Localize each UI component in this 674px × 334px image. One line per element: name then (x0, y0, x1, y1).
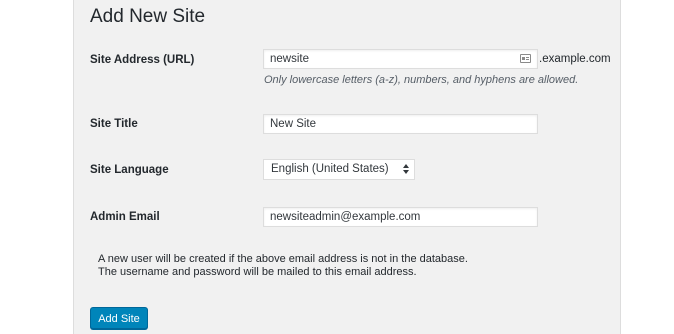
panel-border-left (73, 0, 74, 334)
add-site-button[interactable]: Add Site (90, 307, 148, 329)
site-address-value: newsite (270, 53, 309, 65)
site-address-hint: Only lowercase letters (a-z), numbers, a… (264, 74, 579, 86)
new-user-note-line-2: The username and password will be mailed… (98, 266, 417, 278)
admin-email-value: newsiteadmin@example.com (270, 211, 421, 223)
site-address-input[interactable]: newsite (263, 49, 538, 69)
site-language-label: Site Language (90, 164, 169, 176)
site-title-label: Site Title (90, 118, 138, 130)
site-language-select[interactable]: English (United States) (263, 159, 415, 180)
new-user-note-line-1: A new user will be created if the above … (98, 253, 468, 265)
site-title-value: New Site (270, 118, 317, 130)
domain-suffix: .example.com (539, 53, 611, 65)
contact-card-icon[interactable] (520, 54, 531, 63)
page: Add New Site Site Address (URL) newsite … (0, 0, 674, 334)
site-address-label: Site Address (URL) (90, 54, 195, 66)
page-title: Add New Site (90, 6, 206, 27)
site-language-selected: English (United States) (271, 163, 389, 175)
select-arrows-icon (403, 164, 409, 175)
admin-email-label: Admin Email (90, 211, 160, 223)
site-title-input[interactable]: New Site (263, 114, 538, 134)
admin-email-input[interactable]: newsiteadmin@example.com (263, 207, 538, 227)
panel-border-right (620, 0, 621, 334)
